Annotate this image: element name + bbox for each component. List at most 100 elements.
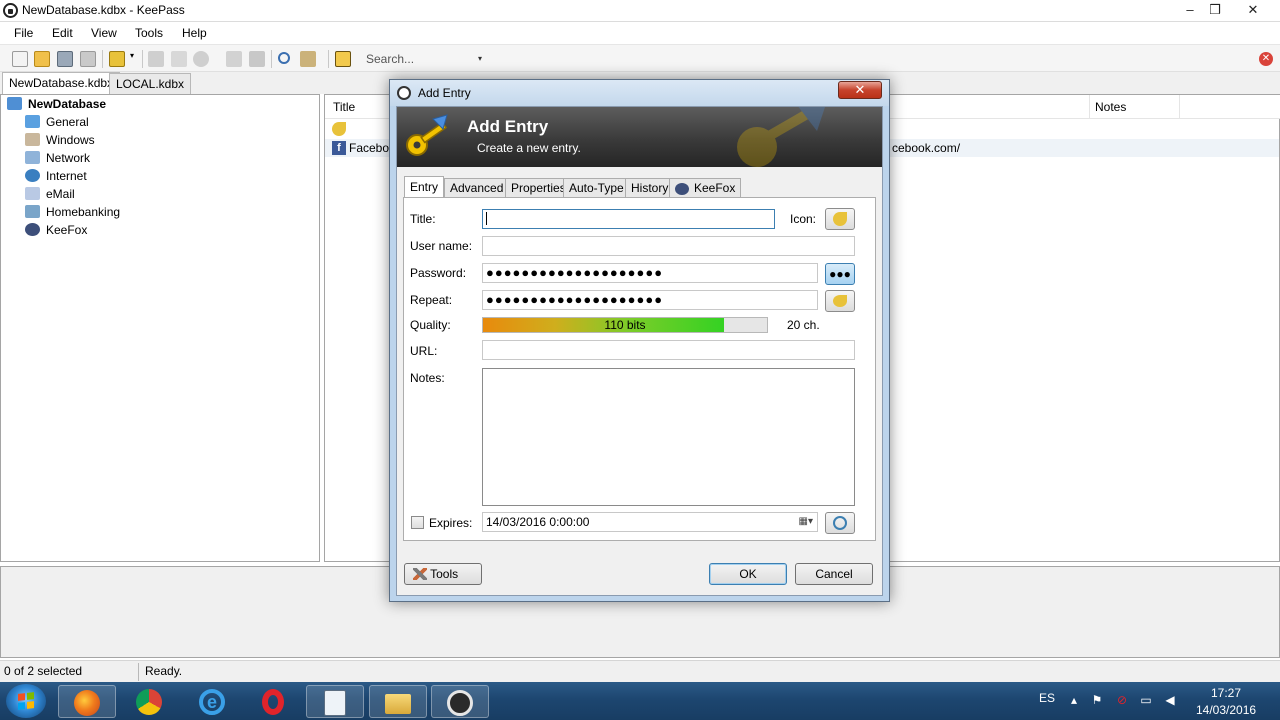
password-generator-button[interactable] [825,290,855,312]
new-database-icon[interactable] [12,51,28,67]
menu-help[interactable]: Help [182,26,207,40]
tree-item-homebanking[interactable]: Homebanking [25,203,120,221]
perform-autotype-icon[interactable] [249,51,265,67]
notepad-icon [324,690,346,716]
tab-keefox[interactable]: KeeFox [669,178,742,197]
menu-tools[interactable]: Tools [135,26,163,40]
menu-view[interactable]: View [91,26,117,40]
title-input[interactable] [482,209,775,229]
show-hidden-icons-icon[interactable]: ▴ [1067,693,1081,707]
tree-item-email[interactable]: eMail [25,185,75,203]
add-entry-dropdown-icon[interactable]: ▾ [130,51,136,67]
taskbar-internet-explorer[interactable]: e [184,685,242,718]
key-banner-icon [406,114,448,156]
start-button[interactable] [6,684,46,718]
email-icon [25,187,40,200]
expiry-presets-button[interactable] [825,512,855,534]
calendar-dropdown-icon[interactable]: ▦▾ [799,513,813,531]
taskbar-explorer[interactable] [369,685,427,718]
tree-item-keefox[interactable]: KeeFox [25,221,87,239]
tree-item-windows[interactable]: Windows [25,131,95,149]
open-folder-icon[interactable] [34,51,50,67]
action-center-flag-icon[interactable]: ⚑ [1090,693,1104,707]
keefox-icon [675,183,689,195]
taskbar-keepass[interactable] [431,685,489,718]
save-all-icon[interactable] [80,51,96,67]
network-tray-icon[interactable]: ▭ [1139,693,1153,707]
tab-history[interactable]: History [625,178,675,197]
window-title: NewDatabase.kdbx - KeePass [22,3,185,17]
maximize-button[interactable]: ❒ [1200,0,1230,20]
tab-properties[interactable]: Properties [505,178,572,197]
ok-button[interactable]: OK [709,563,787,585]
tab-newdatabase[interactable]: NewDatabase.kdbx [2,72,121,94]
antivirus-icon[interactable]: ⊘ [1115,693,1129,707]
dialog-close-button[interactable]: ✕ [838,81,882,99]
find-icon[interactable] [278,52,290,64]
password-input[interactable]: ●●●●●●●●●●●●●●●●●●●● [482,263,818,283]
password-label: Password: [410,266,467,280]
quick-search-box[interactable]: Search... ▾ [362,50,486,68]
group-tree: NewDatabase General Windows Network Inte… [0,94,320,562]
taskbar: e [0,682,1280,720]
tab-advanced[interactable]: Advanced [444,178,510,197]
tools-button[interactable]: Tools [404,563,482,585]
tab-entry[interactable]: Entry [404,176,445,198]
tab-keefox-label: KeeFox [694,181,736,195]
username-input[interactable] [482,236,855,256]
expiry-date-picker[interactable]: 14/03/2016 0:00:00 ▦▾ [482,512,818,532]
close-window-button[interactable]: ✕ [1238,0,1268,20]
menu-file[interactable]: File [14,26,33,40]
add-entry-icon[interactable] [109,51,125,67]
save-icon[interactable] [57,51,73,67]
tree-item-network[interactable]: Network [25,149,90,167]
tree-item-internet[interactable]: Internet [25,167,87,185]
repeat-password-input[interactable]: ●●●●●●●●●●●●●●●●●●●● [482,290,818,310]
notes-label: Notes: [410,371,445,385]
tree-root[interactable]: NewDatabase [7,95,106,113]
tree-item-label: eMail [46,187,75,201]
tab-local[interactable]: LOCAL.kdbx [109,73,192,94]
input-language[interactable]: ES [1039,691,1055,705]
notes-textarea[interactable] [482,368,855,506]
clock-time[interactable]: 17:27 [1211,686,1241,700]
taskbar-opera[interactable] [245,685,303,718]
column-notes[interactable]: Notes [1095,100,1126,114]
copy-entry-icon[interactable] [226,51,242,67]
search-dropdown-icon[interactable]: ▾ [478,50,482,68]
expires-label: Expires: [429,516,473,530]
close-database-icon[interactable]: ✕ [1259,52,1273,66]
lock-workspace-icon[interactable] [335,51,351,67]
clock-date[interactable]: 14/03/2016 [1196,703,1256,717]
title-label: Title: [410,212,436,226]
cancel-button[interactable]: Cancel [795,563,873,585]
show-password-button[interactable]: ●●● [825,263,855,285]
column-title[interactable]: Title [333,100,355,114]
status-divider [138,663,139,681]
open-url-icon[interactable] [193,51,209,67]
taskbar-chrome[interactable] [121,685,179,718]
clock-icon [833,516,847,530]
search-placeholder: Search... [366,52,415,66]
show-entries-icon[interactable] [300,51,316,67]
taskbar-notepad[interactable] [306,685,364,718]
row-url: cebook.com/ [892,141,961,155]
taskbar-firefox[interactable] [58,685,116,718]
tools-icon [413,568,427,580]
tab-auto-type[interactable]: Auto-Type [563,178,630,197]
column-divider[interactable] [1179,95,1180,119]
icon-picker-button[interactable] [825,208,855,230]
menu-edit[interactable]: Edit [52,26,73,40]
column-divider[interactable] [1089,95,1090,119]
tree-item-general[interactable]: General [25,113,89,131]
expires-checkbox[interactable] [411,516,424,529]
copy-username-icon[interactable] [148,51,164,67]
tree-item-label: Internet [46,169,87,183]
copy-password-icon[interactable] [171,51,187,67]
selection-status: 0 of 2 selected [4,664,83,678]
url-input[interactable] [482,340,855,360]
toolbar-separator [102,50,103,68]
text-cursor [486,212,487,225]
firefox-icon [74,690,100,716]
volume-icon[interactable]: ◀ [1163,693,1177,707]
